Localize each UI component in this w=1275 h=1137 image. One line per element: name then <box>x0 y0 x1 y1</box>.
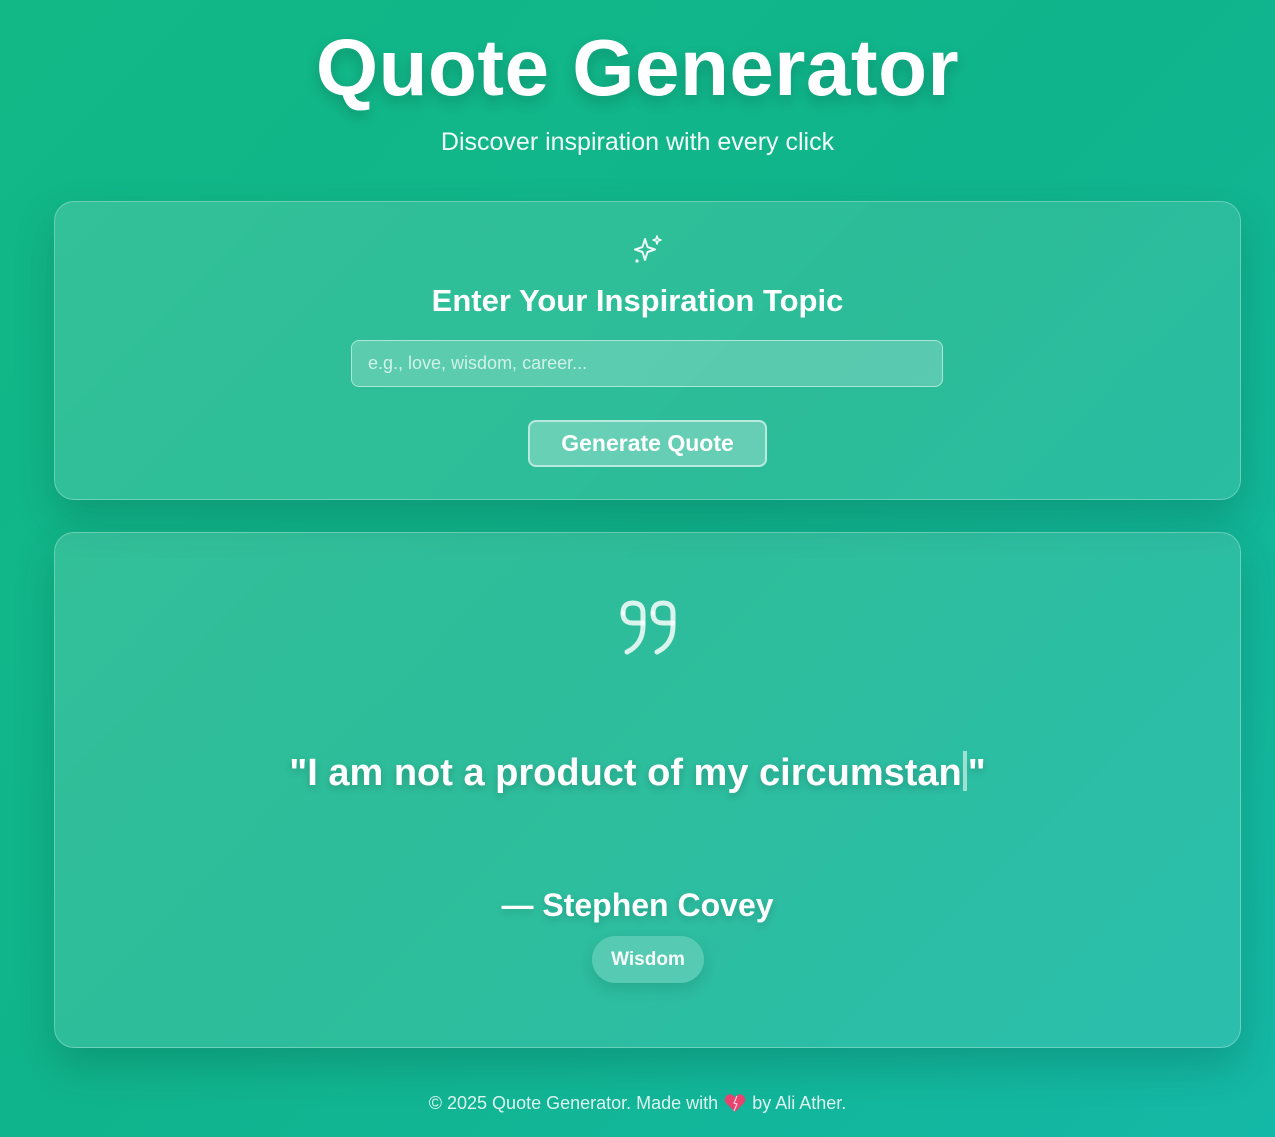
input-heading: Enter Your Inspiration Topic <box>431 283 844 318</box>
sparkles-icon <box>634 235 662 263</box>
quote-icon <box>620 600 676 655</box>
footer-suffix: by Ali Ather. <box>752 1093 847 1113</box>
topic-input[interactable] <box>351 340 943 387</box>
quote-close-mark: " <box>967 752 986 794</box>
page-subtitle: Discover inspiration with every click <box>440 128 835 156</box>
category-tag: Wisdom <box>592 936 704 983</box>
footer: © 2025 Quote Generator. Made with by Ali … <box>0 1091 1275 1115</box>
generate-quote-button[interactable]: Generate Quote <box>528 420 767 467</box>
quote-author: — Stephen Covey <box>501 887 774 923</box>
page-title: Quote Generator <box>315 23 960 112</box>
page: Quote Generator Discover inspiration wit… <box>0 0 1275 1137</box>
typing-cursor <box>962 751 967 791</box>
footer-prefix: © 2025 Quote Generator. Made with <box>428 1093 719 1113</box>
heart-icon <box>724 1094 746 1112</box>
quote-typed-text: I am not a product of my circumstan <box>307 752 962 794</box>
quote-text: "I am not a product of my circumstan " <box>0 748 1275 798</box>
quote-open-mark: " <box>289 752 308 794</box>
